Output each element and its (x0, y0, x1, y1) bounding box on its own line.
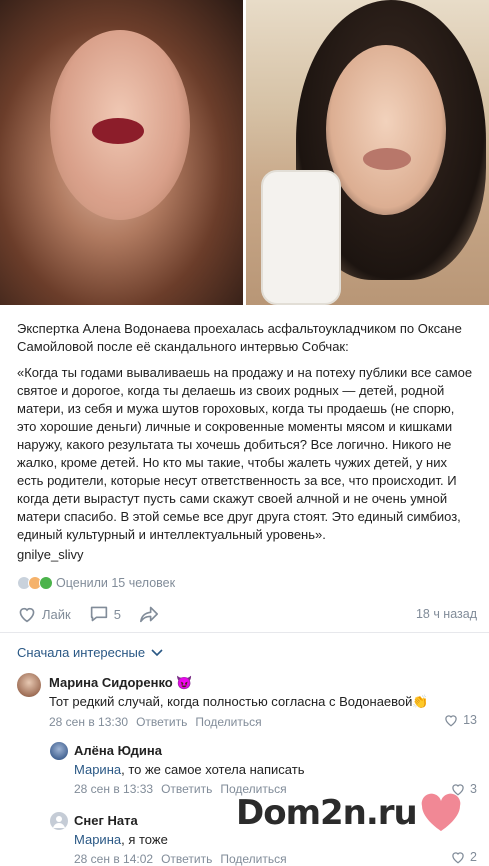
devil-emoji-icon: 😈 (176, 675, 193, 690)
share-comment-button[interactable]: Поделиться (220, 852, 286, 866)
heart-outline-icon (452, 852, 464, 864)
watermark-logo: Dom2n.ru (236, 793, 463, 833)
comment-author[interactable]: Марина Сидоренко (49, 675, 173, 690)
comments-button[interactable]: 5 (89, 605, 121, 623)
share-arrow-icon (139, 606, 158, 623)
rated-by[interactable]: Оценили 15 человек (17, 576, 175, 590)
face-shape (326, 45, 446, 215)
comment-text: , то же самое хотела написать (121, 762, 305, 777)
comment-author[interactable]: Алёна Юдина (74, 743, 162, 758)
photo-oksana-samoylova[interactable] (246, 0, 489, 305)
comments-count: 5 (113, 606, 121, 622)
post-time: 18 ч назад (415, 607, 477, 621)
heart-outline-icon (445, 715, 457, 727)
post-intro: Экспертка Алена Водонаева проехалась асф… (17, 321, 462, 354)
like-label: Лайк (42, 606, 71, 622)
reply-mention[interactable]: Марина (74, 762, 121, 777)
user-placeholder-icon (53, 816, 65, 828)
post-text: Экспертка Алена Водонаева проехалась асф… (17, 320, 477, 552)
share-button[interactable] (139, 605, 159, 623)
clap-emoji-icon: 👏 (412, 694, 429, 709)
lips-shape (92, 118, 144, 144)
comment-date[interactable]: 28 сен в 13:30 (49, 715, 128, 729)
reply-mention[interactable]: Марина (74, 832, 121, 847)
avatar[interactable] (50, 742, 68, 760)
comment-like-button[interactable]: 13 (443, 713, 477, 727)
comment-item: Марина Сидоренко 😈 Тот редкий случай, ко… (17, 673, 477, 733)
reply-button[interactable]: Ответить (136, 715, 187, 729)
heart-outline-icon (19, 607, 35, 623)
comment-date[interactable]: 28 сен в 13:33 (74, 782, 153, 796)
comment-likes: 2 (470, 850, 477, 864)
comment-icon (90, 606, 107, 622)
rated-text: Оценили 15 человек (56, 576, 176, 590)
comment-text: , я тоже (121, 832, 168, 847)
divider (0, 632, 489, 633)
handbag-shape (261, 170, 341, 305)
lips-shape (363, 148, 411, 170)
comment-author[interactable]: Снег Ната (74, 813, 138, 828)
comment-text: Тот редкий случай, когда полностью согла… (49, 694, 413, 709)
reply-button[interactable]: Ответить (161, 782, 212, 796)
avatar[interactable] (50, 812, 68, 830)
comment-likes: 13 (463, 713, 477, 727)
reply-button[interactable]: Ответить (161, 852, 212, 866)
photo-alena-vodonaeva[interactable] (0, 0, 243, 305)
chevron-down-icon (151, 648, 163, 656)
post-quote: «Когда ты годами вываливаешь на продажу … (17, 365, 473, 542)
reaction-icons (17, 576, 53, 590)
avatar[interactable] (17, 673, 41, 697)
share-comment-button[interactable]: Поделиться (195, 715, 261, 729)
sort-label: Сначала интересные (17, 645, 146, 660)
post-photos (0, 0, 489, 305)
comment-reply-item: Алёна Юдина Марина, то же самое хотела н… (50, 742, 477, 798)
post-actions: Лайк 5 18 ч назад (17, 602, 477, 626)
comment-like-button[interactable]: 2 (450, 850, 477, 864)
post-signature: gnilye_slivy (17, 547, 84, 562)
reaction-icon (39, 576, 53, 590)
comment-date[interactable]: 28 сен в 14:02 (74, 852, 153, 866)
comment-likes: 3 (470, 782, 477, 796)
heart-icon (421, 793, 461, 831)
comments-sort-dropdown[interactable]: Сначала интересные (17, 645, 163, 660)
like-button[interactable]: Лайк (17, 605, 71, 623)
watermark-text: Dom2n.ru (236, 793, 418, 833)
